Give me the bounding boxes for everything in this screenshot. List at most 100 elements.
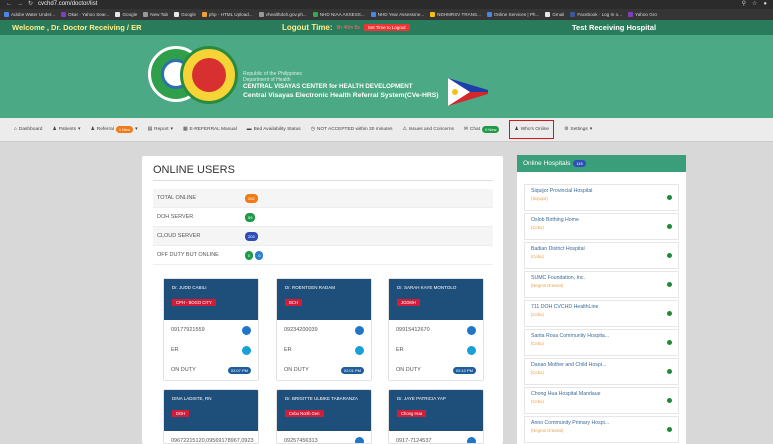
nav-dashboard[interactable]: ⌂ Dashboard xyxy=(14,127,42,132)
bookmark-item[interactable]: New Tab xyxy=(143,12,168,17)
bookmark-item[interactable]: Google xyxy=(115,12,137,17)
banner: Republic of the Philippines Department o… xyxy=(0,35,773,118)
warning-icon: ⚠ xyxy=(402,127,407,132)
hospital-item[interactable]: Anno Community Primary Hospi... (Negros … xyxy=(524,416,679,443)
stat-row: DOH SERVER 59 xyxy=(153,208,493,227)
user-phone: 0917-7124537 xyxy=(396,438,432,444)
user-card[interactable]: Dr. ROENTGEN RADAM BCH 09234200039 ER ON… xyxy=(276,278,372,381)
user-card-header: Dr. ROENTGEN RADAM BCH xyxy=(277,279,371,320)
chat-new-badge: 0 New xyxy=(482,126,500,133)
nav-issues-concerns[interactable]: ⚠ Issues and Concerns xyxy=(403,127,454,132)
main-nav: ⌂ Dashboard ♟ Patients ▾ ♟ Referral 1 New ▾ ▤ R… xyxy=(0,118,773,142)
user-card[interactable]: DINA LADISTE, RN DOH 09672215120,0956917… xyxy=(163,389,259,444)
count-badge: 59 xyxy=(245,212,256,222)
bookmark-item[interactable]: Gmail xyxy=(545,12,564,17)
nav-ereferral-manual[interactable]: ▦ E-REFERRAL Manual xyxy=(183,127,237,132)
phone-icon[interactable] xyxy=(355,325,364,335)
hospital-item[interactable]: Chong Hua Hospital Mandaue (Cebu) xyxy=(524,387,679,414)
phone-icon[interactable] xyxy=(467,325,476,335)
phone-icon[interactable] xyxy=(242,325,251,335)
facility-tag: Cebu North Gen xyxy=(285,410,324,417)
login-time-badge: 02:10 PM xyxy=(452,366,476,374)
hospital-item[interactable]: Siquijor Provincial Hospital (Siquijor) xyxy=(524,184,679,211)
browser-toolbar: ← → ↻ cvchd7.com/doctor/list ⚲ ☆ ● xyxy=(0,0,773,9)
star-icon[interactable]: ☆ xyxy=(752,0,757,9)
bookmark-item[interactable]: Adobe Water Under... xyxy=(4,12,55,17)
user-card[interactable]: Dr. BRIGITTE ULBIKE TABARANZA Cebu North… xyxy=(276,389,372,444)
bookmark-item[interactable]: Yahoo Gro xyxy=(628,12,657,17)
user-icon: ♟ xyxy=(90,127,95,132)
philippine-flag-icon xyxy=(448,78,488,106)
logout-timer: Logout Time: 9h 40m 8s Set Time to Logou… xyxy=(282,23,552,32)
stat-row: CLOUD SERVER 203 xyxy=(153,227,493,246)
nav-bed-availability[interactable]: ▬ Bed Availability Status xyxy=(247,127,301,132)
book-icon: ▦ xyxy=(182,127,188,132)
bookmark-item[interactable]: Google xyxy=(174,12,196,17)
hospital-name: Test Receiving Hospital xyxy=(572,23,657,32)
chart-icon: ▤ xyxy=(147,127,153,132)
user-card[interactable]: Dr. SARAH KAYE MONTOLO JGDMH 09915412670… xyxy=(388,278,484,381)
duty-status: ON DUTY xyxy=(171,367,196,373)
set-logout-time-button[interactable]: Set Time to Logout xyxy=(363,24,410,31)
user-card[interactable]: Dr. JUDD CABILI CPH - BOGO CITY 09177921… xyxy=(163,278,259,381)
online-hospitals-panel: Online Hospitals 115 Siquijor Provincial… xyxy=(517,155,686,444)
bookmark-item[interactable]: Facebook · Log In o... xyxy=(570,12,622,17)
user-department: ER xyxy=(284,347,292,353)
reload-icon[interactable]: ↻ xyxy=(28,0,33,9)
welcome-text: Welcome , Dr. Doctor Receiving / ER xyxy=(12,23,142,32)
bookmark-item[interactable]: NHD Year Assessme... xyxy=(370,12,424,17)
user-card[interactable]: Dr. JAYE PATRICIA YAP Chong Hua 0917-712… xyxy=(388,389,484,444)
count-badge: 203 xyxy=(245,231,258,241)
bookmark-item[interactable]: Okar · Yahoo Sear... xyxy=(61,12,109,17)
bookmark-item[interactable]: Online Services | Ph... xyxy=(486,12,539,17)
nav-settings[interactable]: ⚙ Settings ▾ xyxy=(564,127,592,132)
user-phone: 09177921559 xyxy=(171,327,205,333)
user-phone: 09234200039 xyxy=(284,327,318,333)
online-status-dot xyxy=(667,427,672,432)
user-name: Dr. JUDD CABILI xyxy=(172,285,207,290)
caret-icon: ▾ xyxy=(78,127,81,132)
nav-patients[interactable]: ♟ Patients ▾ xyxy=(52,127,80,132)
hospital-item[interactable]: Badian District Hospital (Cebu) xyxy=(524,242,679,269)
user-phone: 09672215120,09569178967,0923 xyxy=(171,438,254,444)
nav-whos-online[interactable]: ♟ Who's Online xyxy=(509,120,555,139)
login-time-badge: 02:07 PM xyxy=(227,366,251,374)
search-icon[interactable]: ⚲ xyxy=(742,0,746,9)
login-time-badge: 02:01 PM xyxy=(340,366,364,374)
hospital-item[interactable]: Santa Rosa Community Hospita... (Cebu) xyxy=(524,329,679,356)
bookmark-item[interactable]: NDHMRSV TRANS... xyxy=(430,12,481,17)
duty-status: ON DUTY xyxy=(396,367,421,373)
phone-icon[interactable] xyxy=(355,436,364,443)
count-badge: 0 xyxy=(245,250,254,260)
gear-icon: ⚙ xyxy=(564,127,569,132)
user-online-icon: ♟ xyxy=(514,127,519,132)
address-bar[interactable]: cvchd7.com/doctor/list xyxy=(38,0,97,9)
nav-chat[interactable]: ✉ Chat 0 New xyxy=(464,126,500,133)
user-card-header: Dr. JAYE PATRICIA YAP Chong Hua xyxy=(389,390,483,431)
online-status-dot xyxy=(667,369,672,374)
hospital-item[interactable]: Danao Mother and Child Hospi... (Cebu) xyxy=(524,358,679,385)
nav-referral[interactable]: ♟ Referral 1 New ▾ xyxy=(90,126,138,133)
logout-label: Logout Time: xyxy=(282,23,333,32)
back-icon[interactable]: ← xyxy=(6,0,12,9)
bookmark-item[interactable]: php - HTML Upload... xyxy=(201,12,253,17)
bookmark-item[interactable]: NHD NIAA ASSESS... xyxy=(312,12,365,17)
profile-icon[interactable]: ● xyxy=(763,0,767,9)
hospital-item[interactable]: SUMC Foundation, Inc. (Negros Oriental) xyxy=(524,271,679,298)
hospital-item[interactable]: 711 DOH CVCHD HealthLine (Cebu) xyxy=(524,300,679,327)
nav-report[interactable]: ▤ Report ▾ xyxy=(148,127,173,132)
count-badge: 262 xyxy=(245,193,258,203)
bookmarks-bar: Adobe Water Under... Okar · Yahoo Sear..… xyxy=(0,9,773,20)
stat-row: OFF DUTY BUT ONLINE 0 0 xyxy=(153,246,493,265)
forward-icon[interactable]: → xyxy=(17,0,23,9)
logout-time-value: 9h 40m 8s xyxy=(336,24,360,31)
online-status-dot xyxy=(667,195,672,200)
bookmark-item[interactable]: vhealthdoh.gov.ph... xyxy=(258,12,307,17)
phone-icon[interactable] xyxy=(467,436,476,443)
hospital-icon xyxy=(242,345,251,355)
nav-not-accepted[interactable]: ◷ NOT ACCEPTED within 30 minutes xyxy=(311,127,393,132)
bed-icon: ▬ xyxy=(246,127,252,132)
online-status-dot xyxy=(667,224,672,229)
user-department: ER xyxy=(396,347,404,353)
hospital-item[interactable]: Oslob Birthing Home (Cebu) xyxy=(524,213,679,240)
